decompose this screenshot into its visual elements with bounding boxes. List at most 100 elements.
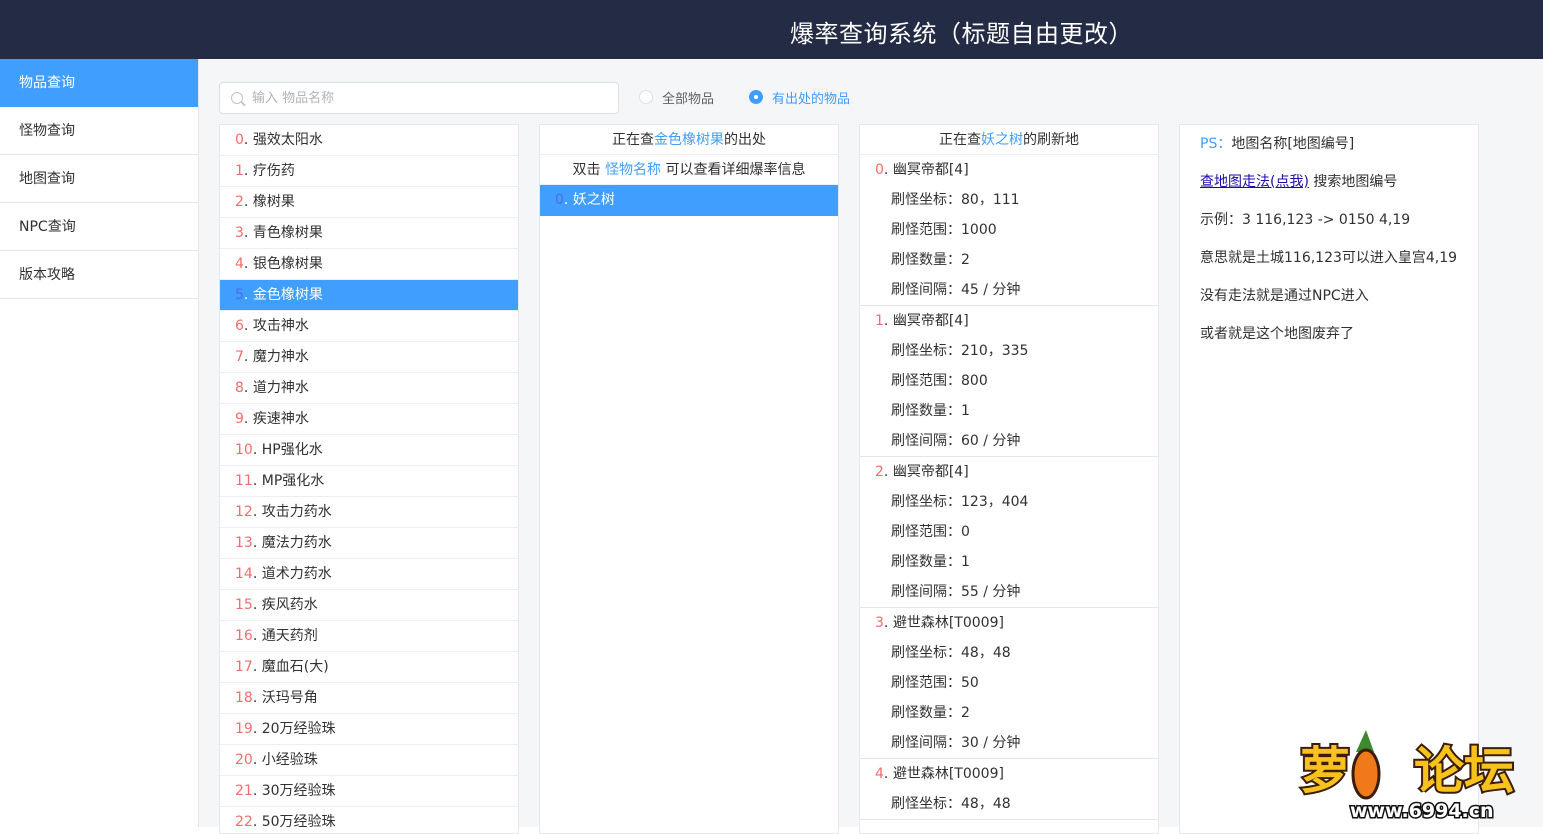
spawn-map-line[interactable]: 4. 避世森林[T0009] bbox=[860, 759, 1158, 789]
header-suffix: 的出处 bbox=[724, 132, 766, 148]
item-name: 疾风药水 bbox=[261, 597, 318, 613]
spawn-range-value: 800 bbox=[961, 373, 988, 389]
item-index: 12 bbox=[235, 504, 253, 520]
spawn-location-entry: 0. 幽冥帝都[4] 刷怪坐标：80，111 刷怪范围：1000 刷怪数量：2 刷怪间隔… bbox=[860, 155, 1158, 306]
item-list-row[interactable]: 20. 小经验珠 bbox=[220, 745, 518, 776]
item-name: 30万经验珠 bbox=[261, 783, 336, 799]
item-index: 21 bbox=[235, 783, 253, 799]
spawn-index: 1 bbox=[875, 313, 884, 329]
item-list-row[interactable]: 16. 通天药剂 bbox=[220, 621, 518, 652]
item-list-row[interactable]: 11. MP强化水 bbox=[220, 466, 518, 497]
sidebar-item-items[interactable]: 物品查询 bbox=[0, 59, 198, 107]
header-item-name: 金色橡树果 bbox=[654, 132, 724, 148]
radio-label: 有出处的物品 bbox=[772, 91, 851, 107]
item-list-row[interactable]: 6. 攻击神水 bbox=[220, 311, 518, 342]
svg-text:www.6994.cn: www.6994.cn bbox=[1350, 800, 1494, 822]
spawn-coordinate-line: 刷怪坐标：210，335 bbox=[860, 336, 1158, 366]
item-list-row[interactable]: 12. 攻击力药水 bbox=[220, 497, 518, 528]
spawn-interval-label: 刷怪间隔： bbox=[891, 735, 961, 751]
item-list-row[interactable]: 2. 橡树果 bbox=[220, 187, 518, 218]
spawn-location-entry: 3. 避世森林[T0009] 刷怪坐标：48，48 刷怪范围：50 刷怪数量：2 刷怪间… bbox=[860, 608, 1158, 759]
spawn-index: 4 bbox=[875, 766, 884, 782]
item-name: 青色橡树果 bbox=[252, 225, 323, 241]
item-name: 魔力神水 bbox=[252, 349, 309, 365]
monster-panel-header: 正在查金色橡树果的出处 bbox=[540, 125, 838, 155]
item-list-row[interactable]: 21. 30万经验珠 bbox=[220, 776, 518, 807]
spawn-coordinate-line: 刷怪坐标：80，111 bbox=[860, 185, 1158, 215]
item-list-row[interactable]: 13. 魔法力药水 bbox=[220, 528, 518, 559]
item-list-row[interactable]: 14. 道术力药水 bbox=[220, 559, 518, 590]
item-name: 50万经验珠 bbox=[261, 814, 336, 830]
spawn-map-name: 避世森林[T0009] bbox=[892, 766, 1004, 782]
item-list-row[interactable]: 7. 魔力神水 bbox=[220, 342, 518, 373]
ps-line: PS：地图名称[地图编号] bbox=[1180, 129, 1478, 167]
ps-label: PS： bbox=[1200, 136, 1232, 152]
sidebar-item-maps[interactable]: 地图查询 bbox=[0, 155, 198, 203]
ps-text: 地图名称[地图编号] bbox=[1231, 136, 1355, 152]
search-input[interactable] bbox=[252, 83, 612, 113]
svg-text:论坛: 论坛 bbox=[1414, 742, 1514, 800]
spawn-interval-value: 55 / 分钟 bbox=[961, 584, 1021, 600]
monster-name: 妖之树 bbox=[572, 192, 615, 208]
hint-suffix: 可以查看详细爆率信息 bbox=[661, 162, 806, 178]
spawn-interval-label: 刷怪间隔： bbox=[891, 282, 961, 298]
spawn-count-value: 1 bbox=[961, 403, 970, 419]
spawn-map-line[interactable]: 2. 幽冥帝都[4] bbox=[860, 457, 1158, 487]
monster-panel-hint: 双击 怪物名称 可以查看详细爆率信息 bbox=[540, 155, 838, 185]
spawn-panel-header: 正在查妖之树的刷新地 bbox=[860, 125, 1158, 155]
sidebar-item-monsters[interactable]: 怪物查询 bbox=[0, 107, 198, 155]
monster-list-item[interactable]: 0. 妖之树 bbox=[540, 185, 838, 216]
item-list-row[interactable]: 4. 银色橡树果 bbox=[220, 249, 518, 280]
spawn-index: 2 bbox=[875, 464, 884, 480]
spawn-count-line: 刷怪数量：2 bbox=[860, 698, 1158, 728]
item-index: 8 bbox=[235, 380, 244, 396]
item-list-row[interactable]: 19. 20万经验珠 bbox=[220, 714, 518, 745]
spawn-coordinate-value: 48，48 bbox=[961, 796, 1011, 812]
main-content: 全部物品 有出处的物品 0. 强效太阳水1. 疗伤药2. 橡树果3. 青色橡树果… bbox=[199, 59, 1543, 834]
filter-sourced-items-radio[interactable]: 有出处的物品 bbox=[749, 88, 851, 107]
spawn-range-label: 刷怪范围： bbox=[891, 524, 961, 540]
spawn-range-label: 刷怪范围： bbox=[891, 373, 961, 389]
item-list-row[interactable]: 3. 青色橡树果 bbox=[220, 218, 518, 249]
route-link-line: 查地图走法(点我) 搜索地图编号 bbox=[1180, 167, 1478, 205]
item-name: 金色橡树果 bbox=[252, 287, 323, 303]
spawn-index: 3 bbox=[875, 615, 884, 631]
spawn-map-name: 幽冥帝都[4] bbox=[892, 162, 969, 178]
item-name: 小经验珠 bbox=[261, 752, 318, 768]
spawn-count-line: 刷怪数量：1 bbox=[860, 547, 1158, 577]
spawn-interval-line: 刷怪间隔：60 / 分钟 bbox=[860, 426, 1158, 456]
hint-prefix: 双击 bbox=[572, 162, 605, 178]
search-box[interactable] bbox=[219, 82, 619, 114]
spawn-count-label: 刷怪数量： bbox=[891, 403, 961, 419]
spawn-map-line[interactable]: 1. 幽冥帝都[4] bbox=[860, 306, 1158, 336]
map-route-link[interactable]: 查地图走法(点我) bbox=[1200, 174, 1309, 190]
item-name: 通天药剂 bbox=[261, 628, 318, 644]
item-index: 13 bbox=[235, 535, 253, 551]
item-name: 强效太阳水 bbox=[252, 132, 323, 148]
spawn-coordinate-value: 80，111 bbox=[961, 192, 1020, 208]
sidebar-item-npc[interactable]: NPC查询 bbox=[0, 203, 198, 251]
item-index: 3 bbox=[235, 225, 244, 241]
item-list-row[interactable]: 22. 50万经验珠 bbox=[220, 807, 518, 833]
spawn-map-line[interactable]: 3. 避世森林[T0009] bbox=[860, 608, 1158, 638]
spawn-map-name: 幽冥帝都[4] bbox=[892, 313, 969, 329]
item-list-row[interactable]: 0. 强效太阳水 bbox=[220, 125, 518, 156]
item-list-row[interactable]: 8. 道力神水 bbox=[220, 373, 518, 404]
spawn-map-line[interactable]: 0. 幽冥帝都[4] bbox=[860, 155, 1158, 185]
item-list-row[interactable]: 10. HP强化水 bbox=[220, 435, 518, 466]
spawn-range-line: 刷怪范围：800 bbox=[860, 366, 1158, 396]
filter-all-items-radio[interactable]: 全部物品 bbox=[639, 88, 714, 107]
item-list-row[interactable]: 17. 魔血石(大) bbox=[220, 652, 518, 683]
spawn-map-name: 幽冥帝都[4] bbox=[892, 464, 969, 480]
item-list-row[interactable]: 15. 疾风药水 bbox=[220, 590, 518, 621]
radio-circle-icon bbox=[639, 90, 653, 104]
item-name: 道术力药水 bbox=[261, 566, 332, 582]
item-list-row[interactable]: 18. 沃玛号角 bbox=[220, 683, 518, 714]
sidebar-item-guide[interactable]: 版本攻略 bbox=[0, 251, 198, 299]
item-list-row[interactable]: 5. 金色橡树果 bbox=[220, 280, 518, 311]
meaning-line: 意思就是土城116,123可以进入皇宫4,19 bbox=[1200, 250, 1458, 266]
header-prefix: 正在查 bbox=[939, 132, 981, 148]
item-list-row[interactable]: 1. 疗伤药 bbox=[220, 156, 518, 187]
spawn-coordinate-line: 刷怪坐标：123，404 bbox=[860, 487, 1158, 517]
item-list-row[interactable]: 9. 疾速神水 bbox=[220, 404, 518, 435]
